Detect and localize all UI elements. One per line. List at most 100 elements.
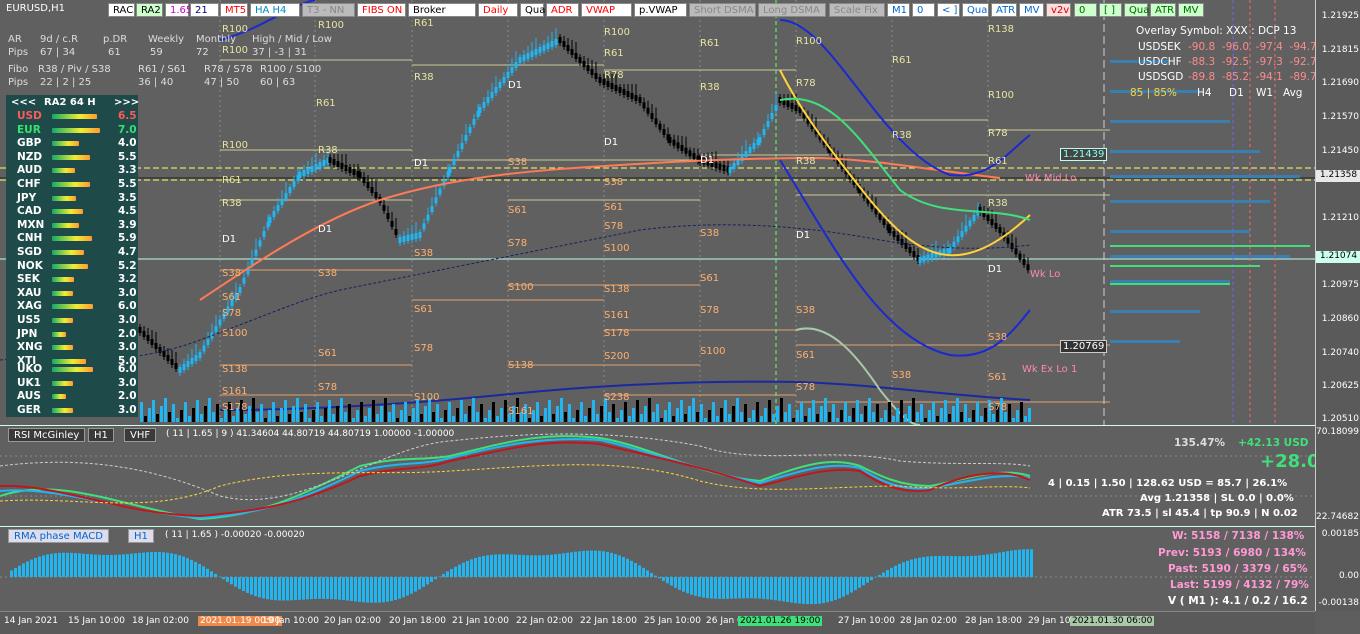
toolbar-button-11[interactable]: ADR	[546, 3, 579, 17]
price-axis[interactable]: 1.219251.218151.216901.215701.214501.213…	[1315, 0, 1360, 611]
overlay-d1[interactable]: D1	[1229, 87, 1244, 99]
toolbar-button-13[interactable]: p.VWAP	[634, 3, 687, 17]
rsi-indicator-panel[interactable]: RSI McGinley H1 VHF ( 11 | 1.65 | 9 ) 41…	[0, 425, 1315, 526]
toolbar-button-15[interactable]: Long DSMA	[758, 3, 826, 17]
strength-symbol[interactable]: XNG	[17, 341, 43, 353]
candle-body	[277, 205, 280, 211]
toolbar-button-24[interactable]: 0	[1074, 3, 1097, 17]
toolbar-button-12[interactable]: VWAP	[581, 3, 632, 17]
macd-bar	[926, 556, 929, 577]
strength-symbol[interactable]: CNH	[17, 232, 42, 244]
toolbar-button-4[interactable]: MT5	[220, 3, 248, 17]
fib-level-label: S38	[222, 268, 241, 279]
strength-symbol[interactable]: US5	[17, 314, 40, 326]
strength-value: 6.0	[118, 363, 137, 375]
strength-symbol[interactable]: CAD	[17, 205, 42, 217]
volume-bar	[796, 410, 799, 422]
overlay-h4[interactable]: H4	[1197, 87, 1212, 99]
toolbar-button-26[interactable]: Qua	[1124, 3, 1148, 17]
strength-symbol[interactable]: UK1	[17, 377, 41, 389]
overlay-w1[interactable]: W1	[1256, 87, 1273, 99]
macd-bar	[610, 553, 613, 577]
volume-bar	[468, 406, 471, 422]
strength-symbol[interactable]: EUR	[17, 124, 41, 136]
toolbar-button-8[interactable]: Broker	[408, 3, 476, 17]
macd-tf[interactable]: H1	[128, 529, 154, 543]
toolbar-button-18[interactable]: 0	[912, 3, 935, 17]
volume-bar	[992, 414, 995, 422]
volume-bar	[708, 410, 711, 422]
toolbar-button-14[interactable]: Short DSMA	[689, 3, 756, 17]
strength-symbol[interactable]: XAU	[17, 287, 41, 299]
strength-symbol[interactable]: JPY	[17, 192, 36, 204]
fib-level-label: S61	[988, 372, 1007, 383]
toolbar-button-27[interactable]: ATR	[1150, 3, 1176, 17]
toolbar-button-20[interactable]: Qua	[962, 3, 989, 17]
volume-bar	[1008, 404, 1011, 422]
toolbar-button-9[interactable]: Daily	[478, 3, 518, 17]
toolbar-button-3[interactable]: 21	[190, 3, 219, 17]
toolbar-button-17[interactable]: M1	[887, 3, 910, 17]
rsi-tf[interactable]: H1	[88, 428, 114, 442]
toolbar-button-19[interactable]: < ]	[937, 3, 960, 17]
volume-bar	[192, 408, 195, 422]
strength-symbol[interactable]: GBP	[17, 137, 41, 149]
toolbar-button-28[interactable]: MV	[1178, 3, 1204, 17]
time-axis[interactable]: 14 Jan 202115 Jan 10:0018 Jan 02:002021.…	[0, 611, 1315, 634]
macd-bar	[686, 577, 689, 593]
strength-symbol[interactable]: USD	[17, 110, 42, 122]
volume-bar	[672, 416, 675, 422]
volume-bar	[220, 418, 223, 422]
strength-symbol[interactable]: MXN	[17, 219, 44, 231]
strength-symbol[interactable]: UKO	[17, 363, 42, 375]
candle-body	[763, 129, 766, 135]
macd-bar	[1006, 551, 1009, 577]
candle-body	[341, 163, 344, 169]
toolbar-button-23[interactable]: v2v	[1046, 3, 1071, 17]
strength-next[interactable]: >>>	[114, 97, 139, 108]
strength-symbol[interactable]: GER	[17, 404, 41, 416]
strength-symbol[interactable]: NZD	[17, 151, 42, 163]
strength-symbol[interactable]: AUD	[17, 164, 42, 176]
toolbar-button-1[interactable]: RA2	[136, 3, 163, 17]
overlay-avg[interactable]: Avg	[1283, 87, 1302, 99]
toolbar-button-16[interactable]: Scale Fix	[829, 3, 885, 17]
toolbar-button-21[interactable]: ATR	[991, 3, 1017, 17]
strength-symbol[interactable]: NOK	[17, 260, 43, 272]
macd-title[interactable]: RMA phase MACD	[8, 529, 109, 543]
main-price-chart[interactable]: EURUSD,H1 RACRA21.6521MT5HA H4T3 - NNFIB…	[0, 0, 1315, 425]
macd-bar	[570, 552, 573, 577]
candle-body	[575, 53, 578, 59]
macd-bar	[778, 577, 781, 601]
volume-bar	[812, 400, 815, 422]
time-axis-label: 19 Jan 10:00	[262, 616, 319, 626]
toolbar-button-5[interactable]: HA H4	[250, 3, 300, 17]
macd-indicator-panel[interactable]: RMA phase MACD H1 ( 11 | 1.65 ) -0.00020…	[0, 526, 1315, 611]
volume-bar	[572, 418, 575, 422]
candle-body	[399, 237, 402, 243]
macd-bar	[818, 577, 821, 604]
macd-bar	[1022, 549, 1025, 577]
macd-bar	[462, 563, 465, 577]
strength-symbol[interactable]: JPN	[17, 328, 37, 340]
strength-symbol[interactable]: SGD	[17, 246, 42, 258]
volume-bar	[460, 400, 463, 422]
toolbar-button-25[interactable]: [ ]	[1099, 3, 1122, 17]
volume-bar	[676, 408, 679, 422]
strength-prev[interactable]: <<<	[11, 97, 36, 108]
macd-bar	[742, 577, 745, 598]
toolbar-button-6[interactable]: T3 - NN	[302, 3, 355, 17]
toolbar-button-2[interactable]: 1.65	[165, 3, 189, 17]
toolbar-button-22[interactable]: MV	[1019, 3, 1044, 17]
strength-symbol[interactable]: XAG	[17, 300, 42, 312]
toolbar-button-7[interactable]: FIBS ON	[357, 3, 406, 17]
strength-symbol[interactable]: CHF	[17, 178, 41, 190]
toolbar-button-10[interactable]: Qua	[520, 3, 544, 17]
strength-symbol[interactable]: AUS	[17, 390, 41, 402]
toolbar-button-0[interactable]: RAC	[108, 3, 135, 17]
strength-symbol[interactable]: SEK	[17, 273, 40, 285]
rsi-title[interactable]: RSI McGinley	[8, 428, 85, 442]
macd-bar	[934, 556, 937, 577]
rsi-vhf-button[interactable]: VHF	[124, 428, 156, 442]
volume-bar	[960, 412, 963, 422]
